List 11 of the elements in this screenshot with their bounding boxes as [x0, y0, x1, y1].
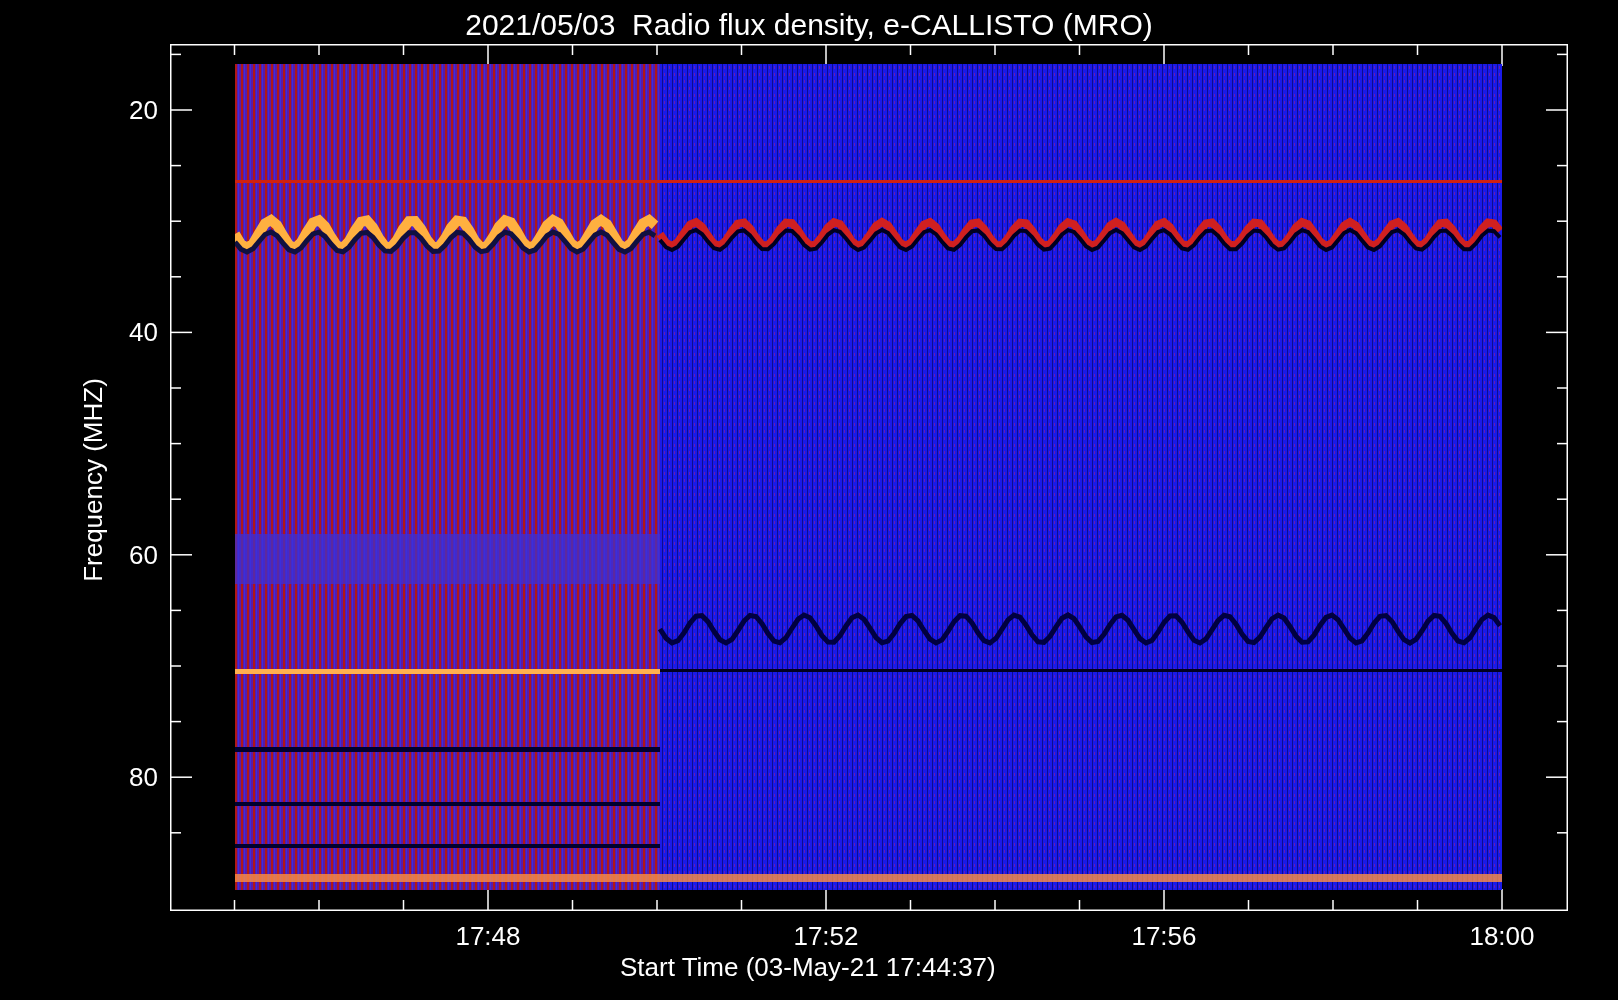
y-tick-label: 60: [128, 541, 158, 568]
y-tick-label: 40: [128, 319, 158, 346]
x-tick-label: 17:56: [1130, 923, 1198, 949]
x-tick-label: 18:00: [1468, 923, 1536, 949]
y-tick-label: 20: [128, 97, 158, 123]
y-tick-label: 80: [128, 763, 158, 790]
x-tick-label: 17:48: [454, 923, 522, 949]
x-axis-label: Start Time (03-May-21 17:44:37): [620, 954, 996, 980]
x-tick-label: 17:52: [792, 923, 860, 949]
y-axis-label: Frequency (MHZ): [80, 377, 106, 584]
chart-title: 2021/05/03 Radio flux density, e-CALLISTO (MRO): [464, 7, 1154, 43]
